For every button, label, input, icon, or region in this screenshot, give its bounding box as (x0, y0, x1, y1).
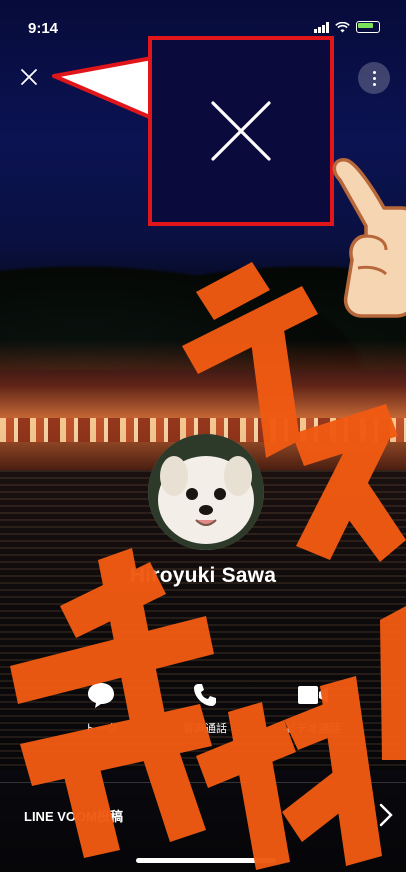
phone-icon (194, 684, 216, 706)
wifi-icon (335, 21, 350, 32)
profile-avatar[interactable] (148, 434, 264, 550)
home-indicator (136, 858, 276, 863)
more-vertical-icon (372, 69, 376, 87)
close-icon (21, 69, 37, 85)
status-time: 9:14 (28, 20, 59, 37)
voice-call-button[interactable]: 音声通話 (160, 680, 250, 736)
cellular-signal-icon (314, 21, 329, 33)
voice-call-button-label: 音声通話 (183, 723, 227, 735)
dog-avatar-image (148, 434, 264, 550)
system-icons (314, 21, 380, 33)
chat-bubble-icon (88, 683, 114, 708)
battery-icon (356, 21, 380, 33)
line-voom-label: LINE VOOM投稿 (24, 809, 123, 824)
talk-button[interactable]: トーク (56, 680, 146, 736)
divider (0, 782, 406, 783)
talk-button-label: トーク (84, 723, 118, 735)
action-row: トーク 音声通話 ビデオ通話 (0, 680, 406, 744)
pointing-hand-icon (332, 158, 406, 318)
close-button[interactable] (14, 62, 44, 92)
profile-screen: 9:14 Hiroyuki Sawa トーク 音声通話 ビデオ通話 LINE V… (0, 0, 406, 872)
profile-name: Hiroyuki Sawa (129, 564, 277, 587)
callout-zoom-box (148, 36, 334, 226)
video-call-button[interactable]: ビデオ通話 (268, 680, 358, 736)
close-icon-enlarged (211, 101, 271, 161)
video-call-button-label: ビデオ通話 (285, 723, 341, 735)
more-options-button[interactable] (358, 62, 390, 94)
chevron-right-icon (379, 803, 393, 827)
line-voom-posts-row[interactable]: LINE VOOM投稿 (0, 794, 406, 838)
video-camera-icon (298, 686, 328, 704)
